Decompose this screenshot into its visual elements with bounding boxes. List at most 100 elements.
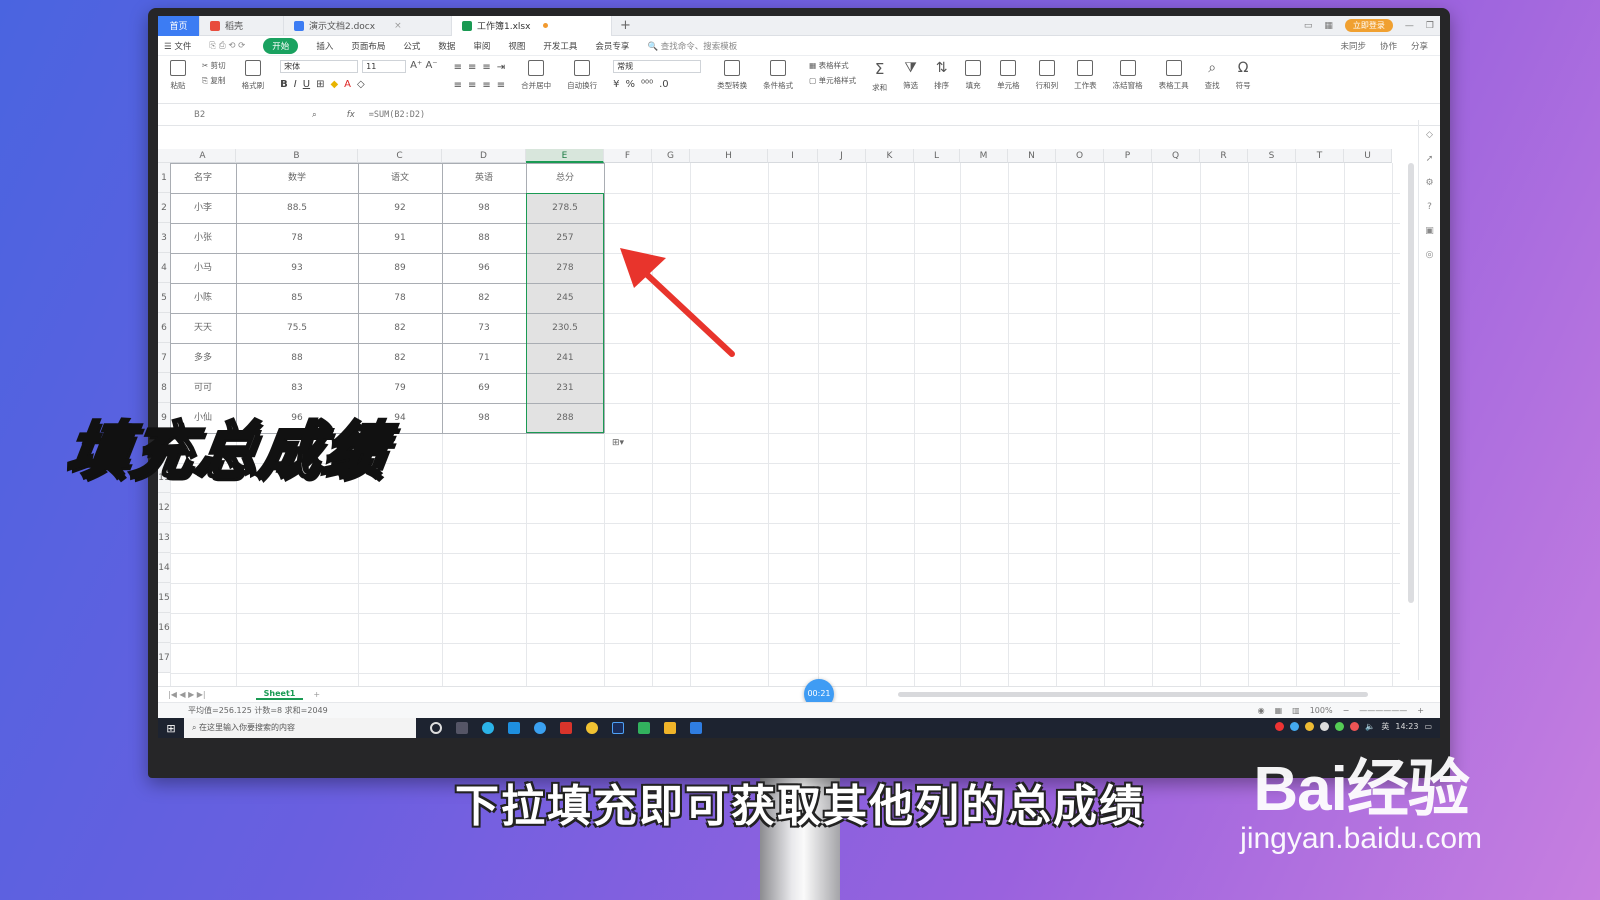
name-box[interactable]: B2: [186, 107, 276, 123]
table-cell[interactable]: 91: [358, 223, 442, 253]
align-middle-icon[interactable]: ≡: [468, 62, 476, 73]
menu-file[interactable]: ☰ 文件: [164, 40, 191, 52]
table-cell[interactable]: 89: [358, 253, 442, 283]
table-cell[interactable]: 82: [358, 343, 442, 373]
decimal-icon[interactable]: .0: [659, 79, 669, 90]
paste-button[interactable]: 粘贴: [162, 60, 194, 91]
cortana-icon[interactable]: [430, 722, 442, 734]
menu-formulas[interactable]: 公式: [403, 40, 420, 52]
table-style-button[interactable]: ▦ 表格样式: [809, 60, 848, 71]
font-size-select[interactable]: 11: [362, 60, 407, 73]
table-cell[interactable]: 82: [358, 313, 442, 343]
column-header[interactable]: N: [1008, 149, 1056, 163]
layout-icon[interactable]: ▭: [1304, 21, 1313, 31]
horizontal-scrollbar[interactable]: [898, 692, 1368, 697]
align-top-icon[interactable]: ≡: [454, 62, 462, 73]
align-left-icon[interactable]: ≡: [454, 80, 462, 91]
tab-xlsx[interactable]: 工作簿1.xlsx: [452, 16, 612, 36]
select-all-corner[interactable]: [158, 149, 170, 163]
table-cell[interactable]: 71: [442, 343, 526, 373]
sort-button[interactable]: ⇅ 排序: [926, 60, 957, 91]
table-cell[interactable]: 79: [358, 373, 442, 403]
table-header-cell[interactable]: 名字: [170, 163, 236, 193]
table-cell[interactable]: 78: [236, 223, 358, 253]
row-header[interactable]: 3: [158, 223, 170, 253]
zoom-out-icon[interactable]: −: [1343, 706, 1350, 715]
worksheet-button[interactable]: 工作表: [1066, 60, 1105, 91]
table-cell[interactable]: 小李: [170, 193, 236, 223]
eye-icon[interactable]: ◉: [1258, 706, 1265, 715]
table-cell[interactable]: 88: [442, 223, 526, 253]
panel-sync-icon[interactable]: ◎: [1426, 250, 1434, 260]
justify-icon[interactable]: ≡: [497, 80, 505, 91]
table-cell[interactable]: 78: [358, 283, 442, 313]
close-icon[interactable]: ×: [394, 21, 402, 31]
row-header[interactable]: 6: [158, 313, 170, 343]
tray-icon[interactable]: [1350, 722, 1360, 731]
bold-icon[interactable]: B: [280, 79, 288, 90]
volume-icon[interactable]: 🔈: [1365, 722, 1375, 731]
wps-icon[interactable]: [560, 722, 572, 734]
column-header[interactable]: F: [604, 149, 652, 163]
number-format-select[interactable]: 常规: [613, 60, 702, 73]
table-cell[interactable]: 小马: [170, 253, 236, 283]
row-header[interactable]: 14: [158, 553, 170, 583]
page-view-icon[interactable]: ▥: [1292, 706, 1300, 715]
login-button[interactable]: 立即登录: [1344, 19, 1393, 32]
table-cell[interactable]: 天天: [170, 313, 236, 343]
menu-page-layout[interactable]: 页面布局: [351, 40, 385, 52]
find-button[interactable]: ⌕ 查找: [1197, 60, 1228, 91]
symbol-button[interactable]: Ω 符号: [1228, 60, 1259, 91]
column-header[interactable]: D: [442, 149, 526, 163]
sync-button[interactable]: 未同步: [1340, 40, 1366, 52]
table-cell[interactable]: 88: [236, 343, 358, 373]
fill-button[interactable]: 填充: [957, 60, 989, 91]
tray-icon[interactable]: [1320, 722, 1330, 731]
media-icon[interactable]: [638, 722, 650, 734]
autofill-options-icon[interactable]: ⊞▾: [608, 437, 628, 449]
format-painter-button[interactable]: 格式刷: [234, 60, 273, 91]
quick-access-icons[interactable]: ⎘ ⎙ ⟲ ⟳: [209, 41, 245, 51]
thousands-icon[interactable]: ⁰⁰⁰: [641, 79, 653, 90]
folder-icon[interactable]: [664, 722, 676, 734]
indent-icon[interactable]: ⇥: [497, 62, 505, 73]
row-header[interactable]: 5: [158, 283, 170, 313]
table-header-cell[interactable]: 语文: [358, 163, 442, 193]
rowcol-button[interactable]: 行和列: [1028, 60, 1067, 91]
row-header[interactable]: 13: [158, 523, 170, 553]
panel-select-icon[interactable]: ➚: [1426, 154, 1434, 164]
row-header[interactable]: 15: [158, 583, 170, 613]
column-header[interactable]: U: [1344, 149, 1392, 163]
column-header[interactable]: O: [1056, 149, 1104, 163]
table-cell[interactable]: 69: [442, 373, 526, 403]
zoom-formula-icon[interactable]: ⌕: [312, 110, 317, 120]
column-header[interactable]: M: [960, 149, 1008, 163]
table-cell[interactable]: 73: [442, 313, 526, 343]
fill-color-icon[interactable]: ◆: [330, 79, 338, 90]
align-bottom-icon[interactable]: ≡: [482, 62, 490, 73]
table-cell[interactable]: 98: [442, 403, 526, 433]
command-search[interactable]: 🔍 查找命令、搜索模板: [647, 40, 737, 52]
row-header[interactable]: 4: [158, 253, 170, 283]
table-cell[interactable]: 98: [442, 193, 526, 223]
merge-button[interactable]: 合并居中: [513, 60, 559, 91]
zoom-in-icon[interactable]: +: [1417, 706, 1424, 715]
row-header[interactable]: 7: [158, 343, 170, 373]
tab-home[interactable]: 首页: [158, 16, 200, 36]
column-header[interactable]: L: [914, 149, 960, 163]
browser-icon[interactable]: [482, 722, 494, 734]
clear-icon[interactable]: ◇: [357, 79, 365, 90]
menu-insert[interactable]: 插入: [316, 40, 333, 52]
recorder-icon[interactable]: [690, 722, 702, 734]
font-family-select[interactable]: 宋体: [280, 60, 359, 73]
sheet-nav-icons[interactable]: |◀ ◀ ▶ ▶|: [168, 690, 206, 699]
column-header[interactable]: A: [170, 149, 236, 163]
table-tools-button[interactable]: 表格工具: [1151, 60, 1197, 91]
column-header[interactable]: G: [652, 149, 690, 163]
normal-view-icon[interactable]: ▦: [1275, 706, 1283, 715]
align-right-icon[interactable]: ≡: [482, 80, 490, 91]
grid-icon[interactable]: ▦: [1324, 21, 1333, 31]
sheet-tab[interactable]: Sheet1: [255, 689, 304, 700]
new-tab-button[interactable]: +: [612, 18, 639, 33]
table-cell[interactable]: 75.5: [236, 313, 358, 343]
